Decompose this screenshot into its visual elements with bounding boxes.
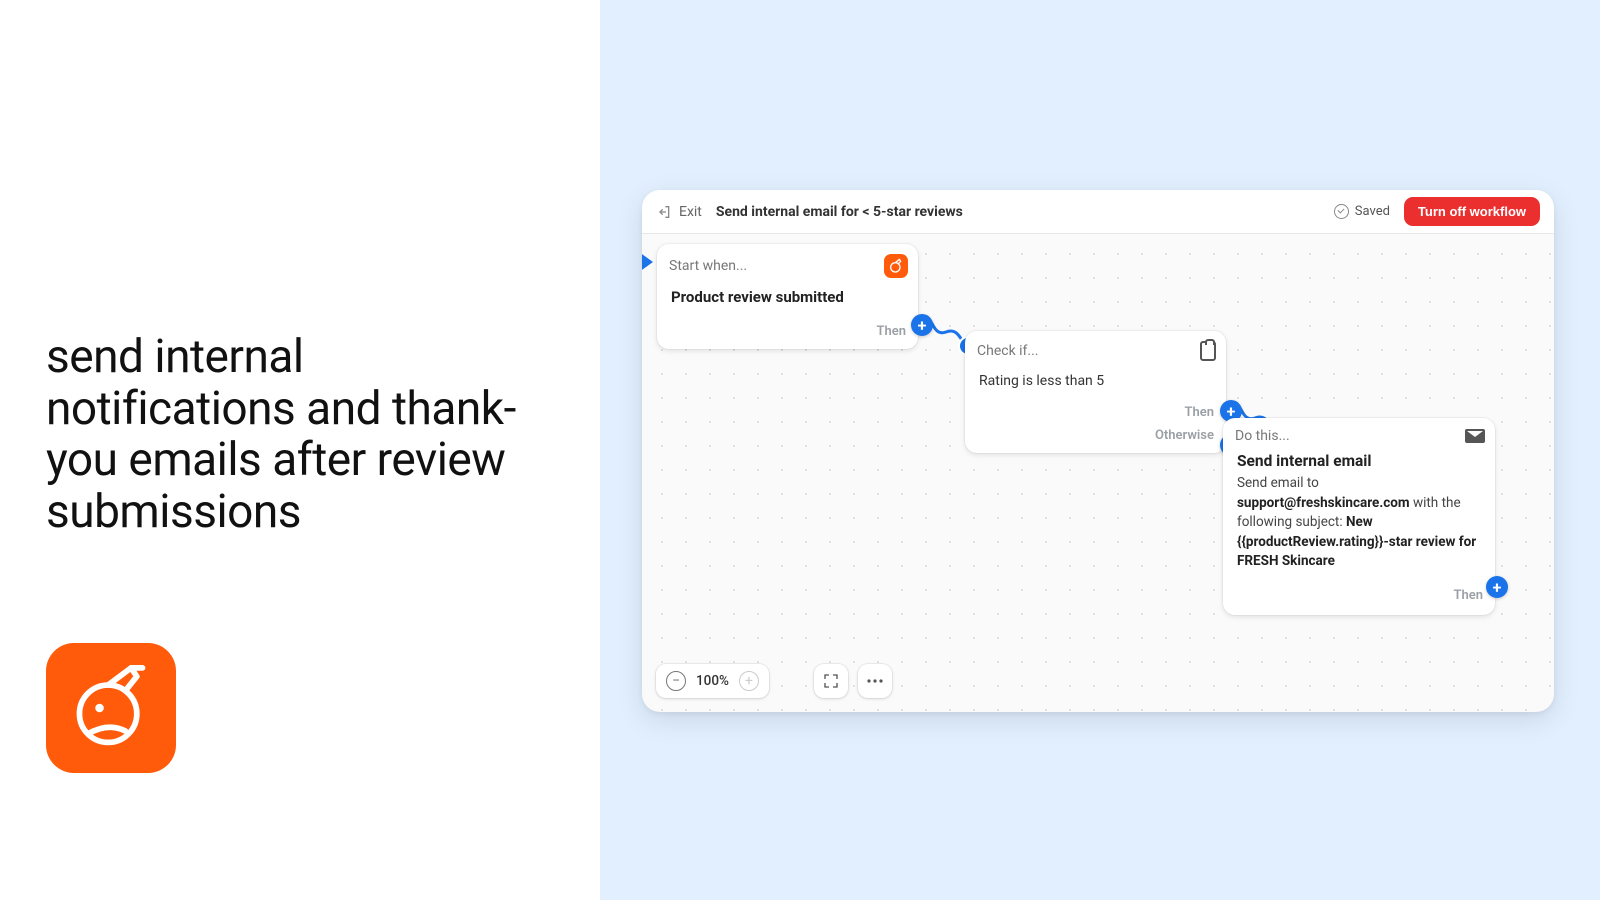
turn-off-workflow-button[interactable]: Turn off workflow bbox=[1404, 197, 1540, 226]
marketing-headline: send internal notifications and thank-yo… bbox=[46, 332, 556, 538]
condition-body: Rating is less than 5 bbox=[965, 369, 1226, 403]
action-title: Send internal email bbox=[1223, 452, 1495, 474]
brand-logo bbox=[46, 643, 176, 773]
zoom-out-button[interactable]: − bbox=[666, 671, 686, 691]
action-description: Send email to support@freshskincare.com … bbox=[1223, 474, 1495, 584]
otherwise-label: Otherwise bbox=[1155, 428, 1214, 443]
fit-view-button[interactable] bbox=[814, 664, 848, 698]
then-label: Then bbox=[1184, 405, 1214, 420]
app-icon bbox=[884, 254, 908, 278]
trigger-body: Product review submitted bbox=[657, 286, 918, 318]
action-header: Do this... bbox=[1235, 428, 1465, 444]
editor-topbar: Exit Send internal email for < 5-star re… bbox=[642, 190, 1554, 234]
clipboard-icon bbox=[1200, 341, 1216, 361]
play-icon bbox=[642, 252, 653, 272]
saved-label: Saved bbox=[1355, 204, 1390, 219]
workflow-title: Send internal email for < 5-star reviews bbox=[716, 204, 963, 220]
then-label: Then bbox=[1453, 588, 1483, 603]
add-step-button[interactable]: + bbox=[1486, 576, 1508, 598]
condition-node[interactable]: Check if... Rating is less than 5 Then O… bbox=[965, 331, 1226, 453]
zoom-controls: − 100% + bbox=[656, 664, 769, 698]
exit-icon bbox=[656, 204, 672, 220]
condition-header: Check if... bbox=[977, 343, 1200, 359]
mail-icon bbox=[1465, 429, 1485, 443]
saved-indicator: Saved bbox=[1334, 204, 1390, 219]
exit-button[interactable]: Exit bbox=[656, 204, 702, 220]
zoom-level: 100% bbox=[696, 673, 729, 689]
then-label: Then bbox=[876, 324, 906, 339]
trigger-node[interactable]: Start when... Product review submitted T… bbox=[657, 244, 918, 349]
action-node[interactable]: Do this... Send internal email Send emai… bbox=[1223, 418, 1495, 615]
exit-label: Exit bbox=[679, 204, 702, 220]
check-circle-icon bbox=[1334, 204, 1349, 219]
more-options-button[interactable] bbox=[858, 664, 892, 698]
workflow-editor-panel: Exit Send internal email for < 5-star re… bbox=[642, 190, 1554, 712]
workflow-canvas[interactable]: Start when... Product review submitted T… bbox=[642, 234, 1554, 712]
add-step-button[interactable]: + bbox=[911, 314, 933, 336]
zoom-in-button[interactable]: + bbox=[739, 671, 759, 691]
trigger-header: Start when... bbox=[669, 258, 884, 274]
